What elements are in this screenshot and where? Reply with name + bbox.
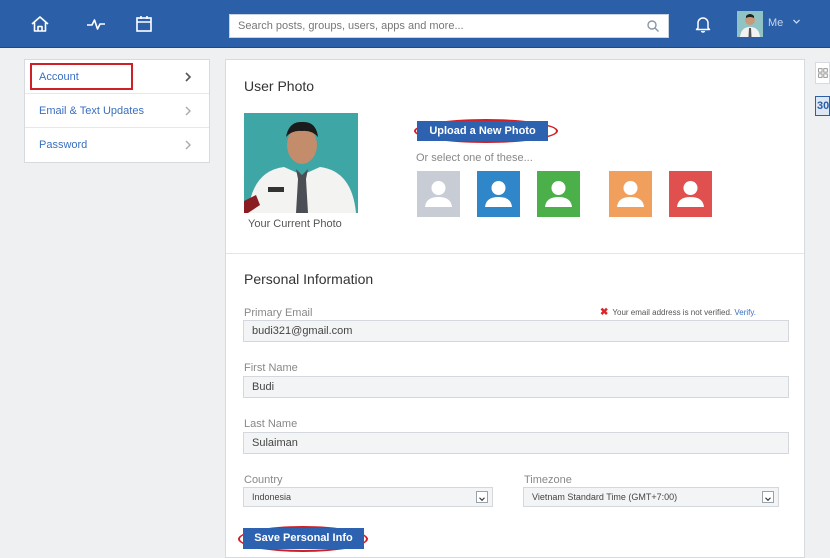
last-name-label: Last Name	[244, 418, 298, 430]
apps-grid-icon[interactable]	[815, 62, 830, 84]
save-personal-info-button[interactable]: Save Personal Info	[243, 528, 364, 549]
error-x-icon: ✖	[600, 307, 609, 318]
chevron-down-icon[interactable]	[792, 17, 801, 26]
search-box	[229, 14, 669, 38]
sidebar-item-password[interactable]: Password	[25, 128, 209, 162]
verification-text: Your email address is not verified.	[612, 308, 733, 317]
chevron-right-icon	[185, 72, 192, 82]
chevron-right-icon	[185, 140, 191, 150]
sidebar-item-account[interactable]: Account	[25, 60, 209, 94]
country-select[interactable]: Indonesia	[243, 487, 493, 507]
section-divider	[226, 253, 804, 254]
calendar-badge[interactable]: 30	[815, 96, 830, 116]
current-photo	[244, 113, 358, 213]
first-name-label: First Name	[244, 362, 298, 374]
country-label: Country	[244, 474, 283, 486]
account-settings-panel: User Photo Your Current Photo Upload a N…	[225, 59, 805, 558]
verify-link[interactable]: Verify.	[734, 308, 756, 317]
timezone-selected-value: Vietnam Standard Time (GMT+7:00)	[532, 492, 678, 502]
me-label[interactable]: Me	[768, 17, 783, 29]
chevron-right-icon	[185, 106, 191, 116]
search-icon[interactable]	[646, 19, 660, 33]
avatar[interactable]	[737, 11, 763, 37]
timezone-label: Timezone	[524, 474, 572, 486]
avatar-option-gray[interactable]	[417, 171, 460, 217]
email-field[interactable]: budi321@gmail.com	[243, 320, 789, 342]
sidebar-item-label: Password	[39, 139, 88, 151]
calendar-icon[interactable]	[132, 12, 156, 36]
avatar-option-green[interactable]	[537, 171, 580, 217]
user-photo-heading: User Photo	[244, 78, 315, 94]
country-selected-value: Indonesia	[252, 492, 292, 502]
search-input[interactable]	[230, 15, 630, 37]
sidebar-item-email-text-updates[interactable]: Email & Text Updates	[25, 94, 209, 128]
avatar-option-blue[interactable]	[477, 171, 520, 217]
personal-information-heading: Personal Information	[244, 271, 374, 287]
dropdown-arrow-icon[interactable]	[762, 491, 774, 503]
last-name-field[interactable]: Sulaiman	[243, 432, 789, 454]
current-photo-caption: Your Current Photo	[248, 218, 342, 230]
sidebar-item-label: Account	[39, 71, 79, 83]
upload-photo-button[interactable]: Upload a New Photo	[417, 121, 548, 141]
sidebar-item-label: Email & Text Updates	[39, 105, 144, 117]
select-avatar-hint: Or select one of these...	[416, 152, 533, 164]
notification-bell-icon[interactable]	[692, 13, 714, 35]
avatar-option-orange[interactable]	[609, 171, 652, 217]
timezone-select[interactable]: Vietnam Standard Time (GMT+7:00)	[523, 487, 779, 507]
email-verification-warning: ✖ Your email address is not verified. Ver…	[600, 307, 756, 318]
dropdown-arrow-icon[interactable]	[476, 491, 488, 503]
activity-icon[interactable]	[84, 12, 108, 36]
primary-email-label: Primary Email	[244, 307, 313, 319]
home-icon[interactable]	[28, 12, 52, 36]
top-navigation-bar: Me	[0, 0, 830, 48]
settings-sidebar: Account Email & Text Updates Password	[24, 59, 210, 163]
avatar-option-red[interactable]	[669, 171, 712, 217]
first-name-field[interactable]: Budi	[243, 376, 789, 398]
